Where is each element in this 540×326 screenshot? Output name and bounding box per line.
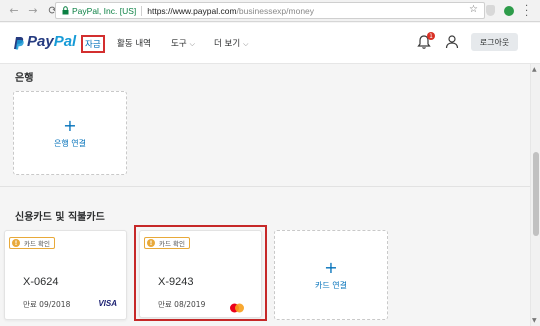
logo-pay-text: Pay (27, 33, 54, 50)
logout-button[interactable]: 로그아웃 (471, 33, 518, 51)
card-number: X-0624 (23, 276, 59, 288)
url-host: https://www.paypal.com (147, 5, 237, 16)
section-divider (0, 186, 530, 187)
notification-badge: 1 (427, 32, 435, 40)
card-expiry: 만료 09/2018 (23, 300, 71, 309)
nav-activity[interactable]: 활동 내역 (117, 37, 151, 49)
scroll-down-icon[interactable]: ▼ (532, 317, 537, 324)
confirm-card-label: 카드 확인 (24, 240, 50, 248)
chevron-down-icon: ⌵ (189, 40, 195, 48)
extension-green-icon[interactable] (504, 6, 514, 16)
lock-icon (61, 6, 69, 15)
link-card-label: 카드 연결 (315, 280, 347, 290)
page-scrollbar[interactable]: ▲ ▼ (530, 64, 540, 326)
omnibox-divider (141, 5, 143, 16)
address-bar[interactable]: PayPal, Inc. [US] https://www.paypal.com… (55, 2, 485, 19)
warning-icon: ! (147, 239, 155, 247)
link-card-tile[interactable]: + 카드 연결 (274, 230, 388, 320)
confirm-card-badge[interactable]: ! 카드 확인 (144, 237, 190, 249)
link-bank-label: 은행 연결 (54, 138, 86, 148)
mastercard-logo-icon (229, 298, 245, 313)
nav-tools-label: 도구 (171, 39, 187, 49)
bank-section-title: 은행 (15, 73, 34, 84)
confirm-card-badge[interactable]: ! 카드 확인 (9, 237, 55, 249)
card-item[interactable]: ! 카드 확인 X-9243 만료 08/2019 (139, 230, 262, 318)
link-bank-tile[interactable]: + 은행 연결 (13, 91, 127, 175)
url-path: /businessexp/money (236, 5, 315, 16)
browser-toolbar: ← → ⟳ PayPal, Inc. [US] https://www.payp… (0, 0, 540, 22)
plus-icon: + (324, 257, 338, 277)
back-arrow-icon[interactable]: ← (7, 4, 21, 18)
paypal-header: PayPal 자금 활동 내역 도구 ⌵ 더 보기 ⌵ 1 로그아웃 (0, 23, 540, 64)
visa-logo: VISA (98, 299, 117, 308)
nav-more[interactable]: 더 보기 ⌵ (214, 37, 248, 49)
plus-icon: + (63, 115, 77, 135)
card-item[interactable]: ! 카드 확인 X-0624 만료 09/2018 VISA (4, 230, 127, 320)
scroll-thumb[interactable] (533, 152, 539, 236)
forward-arrow-icon[interactable]: → (26, 4, 40, 18)
extension-shield-icon[interactable] (486, 5, 495, 16)
logo-pal-text: Pal (53, 33, 77, 50)
chevron-down-icon: ⌵ (243, 40, 249, 48)
nav-money[interactable]: 자금 (81, 35, 105, 53)
confirm-card-label: 카드 확인 (159, 240, 185, 248)
paypal-logo[interactable]: PayPal (12, 33, 76, 50)
card-expiry: 만료 08/2019 (158, 300, 206, 309)
bookmark-star-icon[interactable]: ☆ (469, 4, 478, 15)
user-icon[interactable] (445, 34, 459, 50)
browser-menu-icon[interactable]: · · · (525, 2, 528, 22)
card-number: X-9243 (158, 276, 194, 288)
nav-more-label: 더 보기 (214, 39, 241, 49)
paypal-mark-icon (12, 35, 24, 49)
cards-section-title: 신용카드 및 직불카드 (15, 212, 105, 223)
nav-tools[interactable]: 도구 ⌵ (171, 37, 195, 49)
scroll-up-icon[interactable]: ▲ (532, 66, 537, 73)
warning-icon: ! (12, 239, 20, 247)
site-identity: PayPal, Inc. [US] (72, 5, 137, 16)
